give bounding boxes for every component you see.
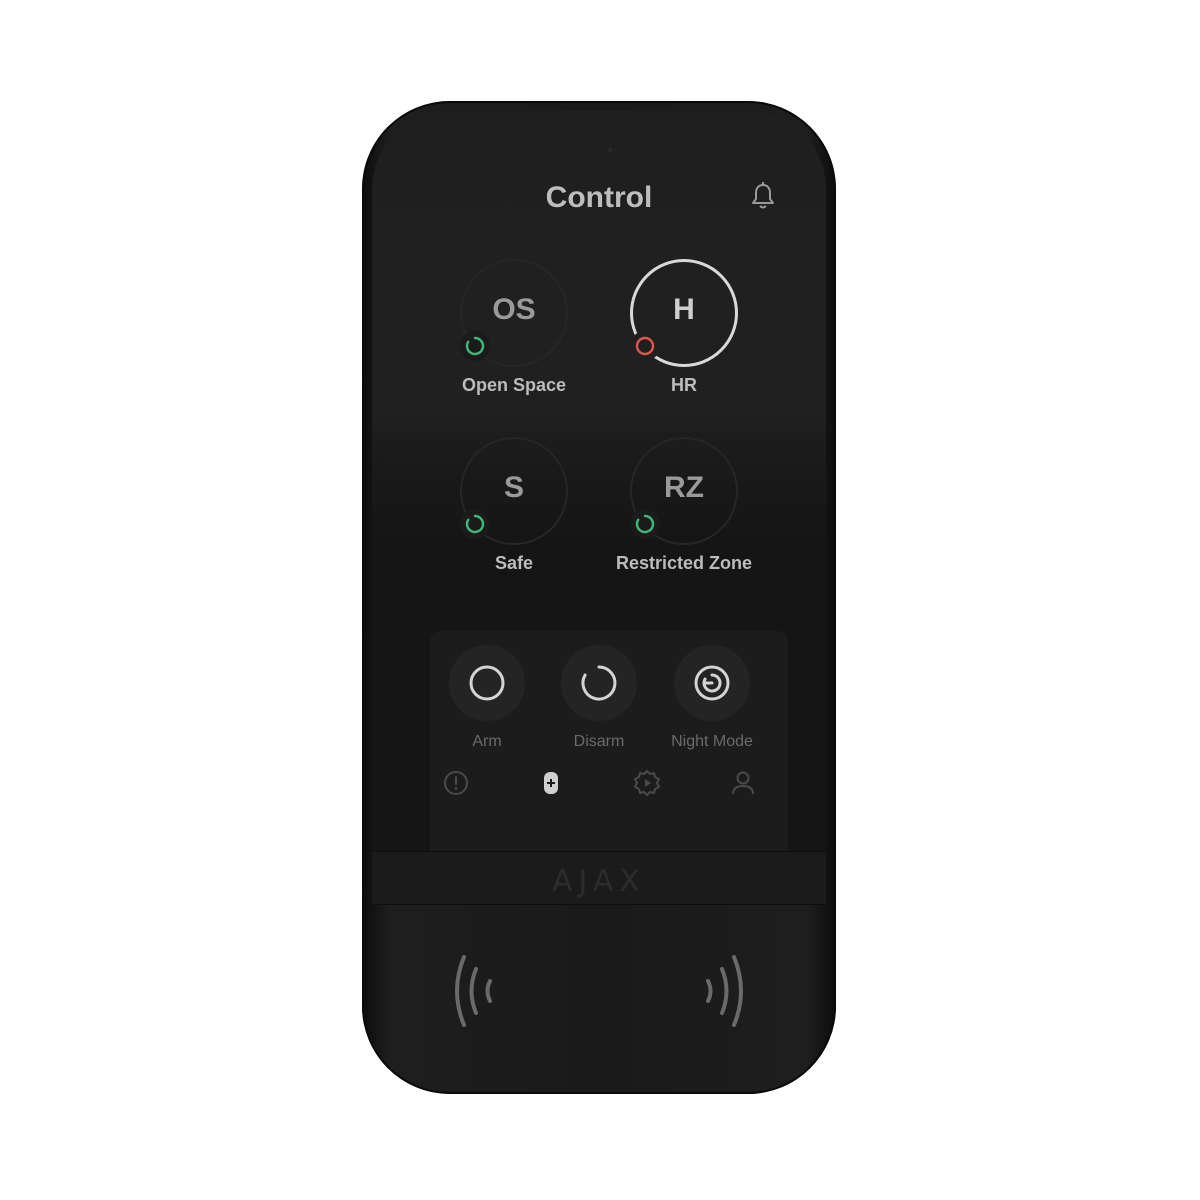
- group-initials: OS: [492, 293, 536, 326]
- keypad-device: Control OS Open Space H HR S Safe RZ Res…: [362, 101, 836, 1094]
- armed-status-icon: [630, 331, 660, 361]
- device-icon[interactable]: [536, 768, 566, 798]
- disarm-button[interactable]: Disarm: [544, 645, 654, 765]
- disarmed-status-icon: [460, 331, 490, 361]
- nfc-reader-right-icon: [698, 953, 748, 1034]
- disarm-label: Disarm: [573, 733, 625, 750]
- group-initials: H: [673, 293, 695, 326]
- brand-band: AJAX: [372, 851, 826, 905]
- user-icon[interactable]: [728, 768, 758, 798]
- group-label: Restricted Zone: [615, 553, 753, 573]
- group-initials: S: [503, 471, 524, 504]
- night-mode-icon: [674, 645, 750, 721]
- arm-label: Arm: [472, 733, 502, 750]
- alert-icon[interactable]: [441, 768, 471, 798]
- scenario-gear-icon[interactable]: [632, 768, 662, 798]
- nfc-reader-left-icon: [450, 953, 500, 1034]
- group-hr[interactable]: H HR: [584, 259, 784, 409]
- ajax-logo: AJAX: [552, 864, 646, 899]
- arm-button[interactable]: Arm: [432, 645, 542, 765]
- night-mode-button[interactable]: Night Mode: [657, 645, 767, 765]
- group-label: HR: [671, 375, 697, 395]
- group-restricted-zone[interactable]: RZ Restricted Zone: [584, 437, 784, 587]
- night-mode-label: Night Mode: [671, 733, 753, 750]
- touch-screen: Control OS Open Space H HR S Safe RZ Res…: [372, 111, 826, 851]
- disarm-icon: [561, 645, 637, 721]
- bell-icon[interactable]: [750, 181, 776, 211]
- arm-icon: [449, 645, 525, 721]
- disarmed-status-icon: [630, 509, 660, 539]
- sensor-dot: [608, 148, 612, 152]
- disarmed-status-icon: [460, 509, 490, 539]
- group-initials: RZ: [664, 471, 704, 504]
